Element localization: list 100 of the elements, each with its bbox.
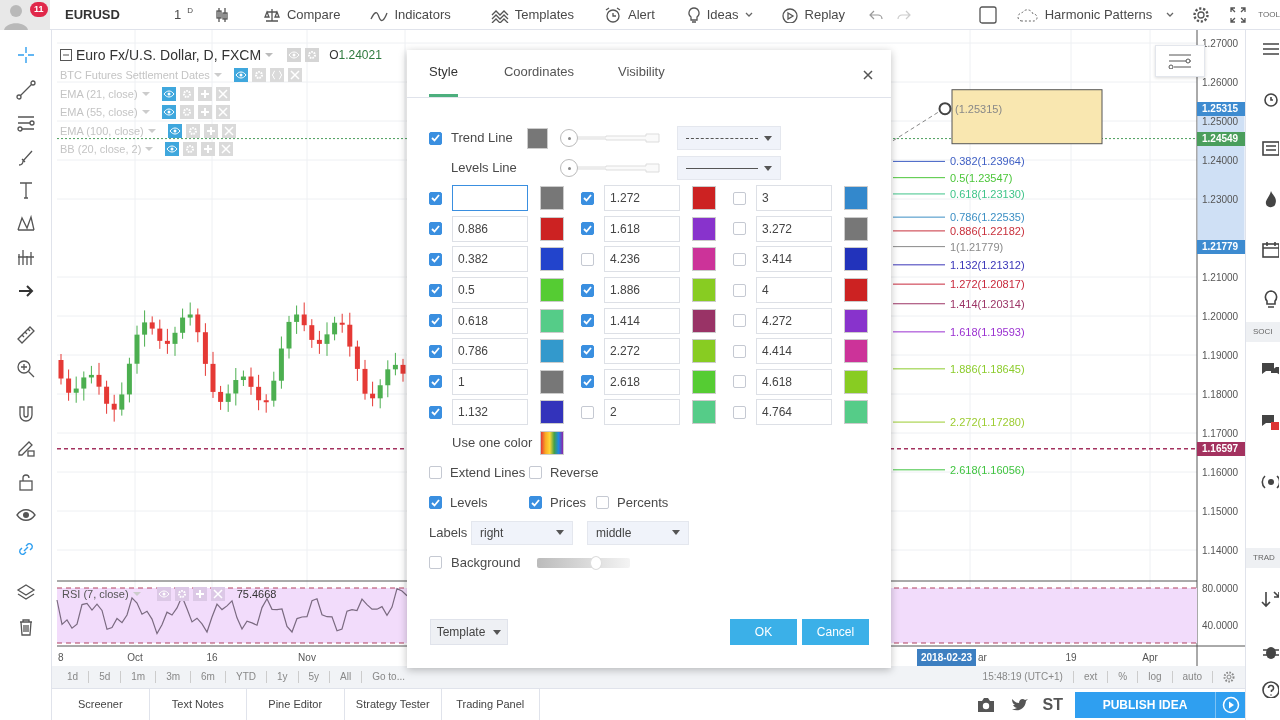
option-label: Levels [450,494,488,512]
field-label: Background [451,554,522,572]
dialog-tab[interactable]: Visibility [618,49,665,97]
level-input[interactable]: 1.414 [604,307,680,334]
scale-option[interactable]: % [1108,671,1139,683]
level-input[interactable]: 0.5 [452,277,528,304]
notification-badge: 11 [30,1,48,17]
interval-button[interactable]: 1 $^{D}$ [167,1,199,28]
level-label: 0.786(1.22535) [950,209,1025,225]
time-label: Oct [127,651,143,665]
level-input[interactable]: 1.132 [452,399,528,426]
toolbar-button[interactable]: Alert [598,1,661,28]
level-input[interactable]: 0.382 [452,246,528,273]
study-label: BTC Futures Settlement Dates [60,68,210,83]
level-input[interactable]: 4.236 [604,246,680,273]
price-tag: 1.25315 [1197,101,1245,116]
indicator-value: 75.4668 [236,587,277,602]
toolbar-button[interactable]: Replay [774,1,852,28]
date-tag: 2018-02-23 [917,649,977,666]
study-label: EMA (55, close) [60,105,138,120]
level-input[interactable]: 4.414 [756,338,832,365]
price-label: 1.17000 [1202,426,1239,441]
level-label: 0.382(1.23964) [950,154,1025,170]
level-label: 1.414(1.20314) [950,296,1025,312]
level-input[interactable]: 3.272 [756,215,832,242]
time-label: 19 [1065,651,1077,665]
level-label: 0.618(1.23130) [950,186,1025,202]
level-label: 0.5(1.23547) [950,170,1013,186]
sidebar-label: TRAD [1246,548,1280,568]
level-label: 1.132(1.21312) [950,257,1025,273]
price-label: 1.19000 [1202,348,1239,363]
study-label: EMA (100, close) [60,123,144,139]
price-label: 1.14000 [1202,543,1239,558]
level-input[interactable]: 1.886 [604,277,680,304]
layout-button[interactable]: Harmonic Patterns [1010,1,1181,28]
level-input[interactable]: 3.414 [756,246,832,273]
level-input[interactable]: 1 [452,368,528,395]
toolbar-button[interactable]: Indicators [364,1,457,28]
dialog-tab[interactable]: Style [429,49,458,97]
price-label: 1.25000 [1202,114,1239,129]
price-label: 1.18000 [1202,387,1239,402]
price-label: 80.0000 [1202,581,1239,596]
toolbar-button[interactable]: Templates [484,1,580,28]
field-label: Use one color [452,434,534,452]
time-label: Nov [298,651,316,665]
study-label: BB (20, close, 2) [60,142,142,157]
study-label: EMA (21, close) [60,86,138,102]
sidebar-label: SOCI [1246,322,1280,342]
study-label: RSI (7, close) [62,587,129,602]
level-label: 2.272(1.17280) [950,414,1025,430]
price-label: 1.27000 [1202,36,1239,51]
select-dropdown[interactable]: middle [587,520,689,545]
option-label: Extend Lines [450,464,526,482]
level-label: (1.25315) [955,101,1003,117]
level-input[interactable]: 4.272 [756,307,832,334]
level-label: 2.618(1.16056) [950,462,1025,478]
option-label: Prices [550,494,587,512]
level-input[interactable]: 3 [756,185,832,212]
level-input[interactable]: 1.618 [604,215,680,242]
share-link[interactable]: ST [1042,692,1063,717]
level-input[interactable]: 0.618 [452,307,528,334]
level-input[interactable]: 4 [756,277,832,304]
sidebar-label: TOOL [1258,8,1280,21]
chart-title: Euro Fx/U.S. Dollar, D, FXCM [76,45,262,65]
level-input[interactable]: 2.618 [604,368,680,395]
symbol-name[interactable]: EURUSD [65,4,120,25]
option-label: Reverse [550,464,599,482]
option-label: Percents [617,494,669,512]
clock-label: 15:48:19 (UTC+1) [972,671,1074,683]
price-label: 1.24000 [1202,153,1239,168]
time-label: ar [978,651,987,665]
template-button[interactable]: Template [430,619,508,645]
time-label: 16 [206,651,218,665]
level-label: 0.886(1.22182) [950,223,1025,239]
dialog-tab[interactable]: Coordinates [503,49,574,97]
time-label: 8 [58,651,64,665]
level-input[interactable]: 4.764 [756,399,832,426]
ohlc-value: O1.24021 [329,47,382,64]
level-input[interactable]: 2.272 [604,338,680,365]
level-input[interactable]: 4.618 [756,368,832,395]
price-label: 40.0000 [1202,618,1239,633]
toolbar-button[interactable]: Compare [256,1,347,28]
field-label: Levels Line [451,159,518,178]
level-label: 1.272(1.20817) [950,276,1025,292]
price-label: 1.21000 [1202,270,1239,285]
price-label: 1.15000 [1202,504,1239,519]
toolbar-button[interactable]: Ideas [680,1,759,28]
level-input[interactable]: 0.786 [452,338,528,365]
level-input[interactable]: 1.272 [604,185,680,212]
price-label: 1.23000 [1202,192,1239,207]
price-tag: 1.16597 [1197,441,1245,456]
select-dropdown[interactable]: right [471,520,573,545]
field-label: Labels [429,524,469,542]
level-label: 1.618(1.19593) [950,324,1025,340]
level-label: 1(1.21779) [950,239,1004,255]
price-label: 1.26000 [1202,75,1239,90]
level-input[interactable]: 2 [604,399,680,426]
level-label: 1.886(1.18645) [950,361,1025,377]
time-label: Apr [1142,651,1158,665]
level-input[interactable]: 0.886 [452,215,528,242]
